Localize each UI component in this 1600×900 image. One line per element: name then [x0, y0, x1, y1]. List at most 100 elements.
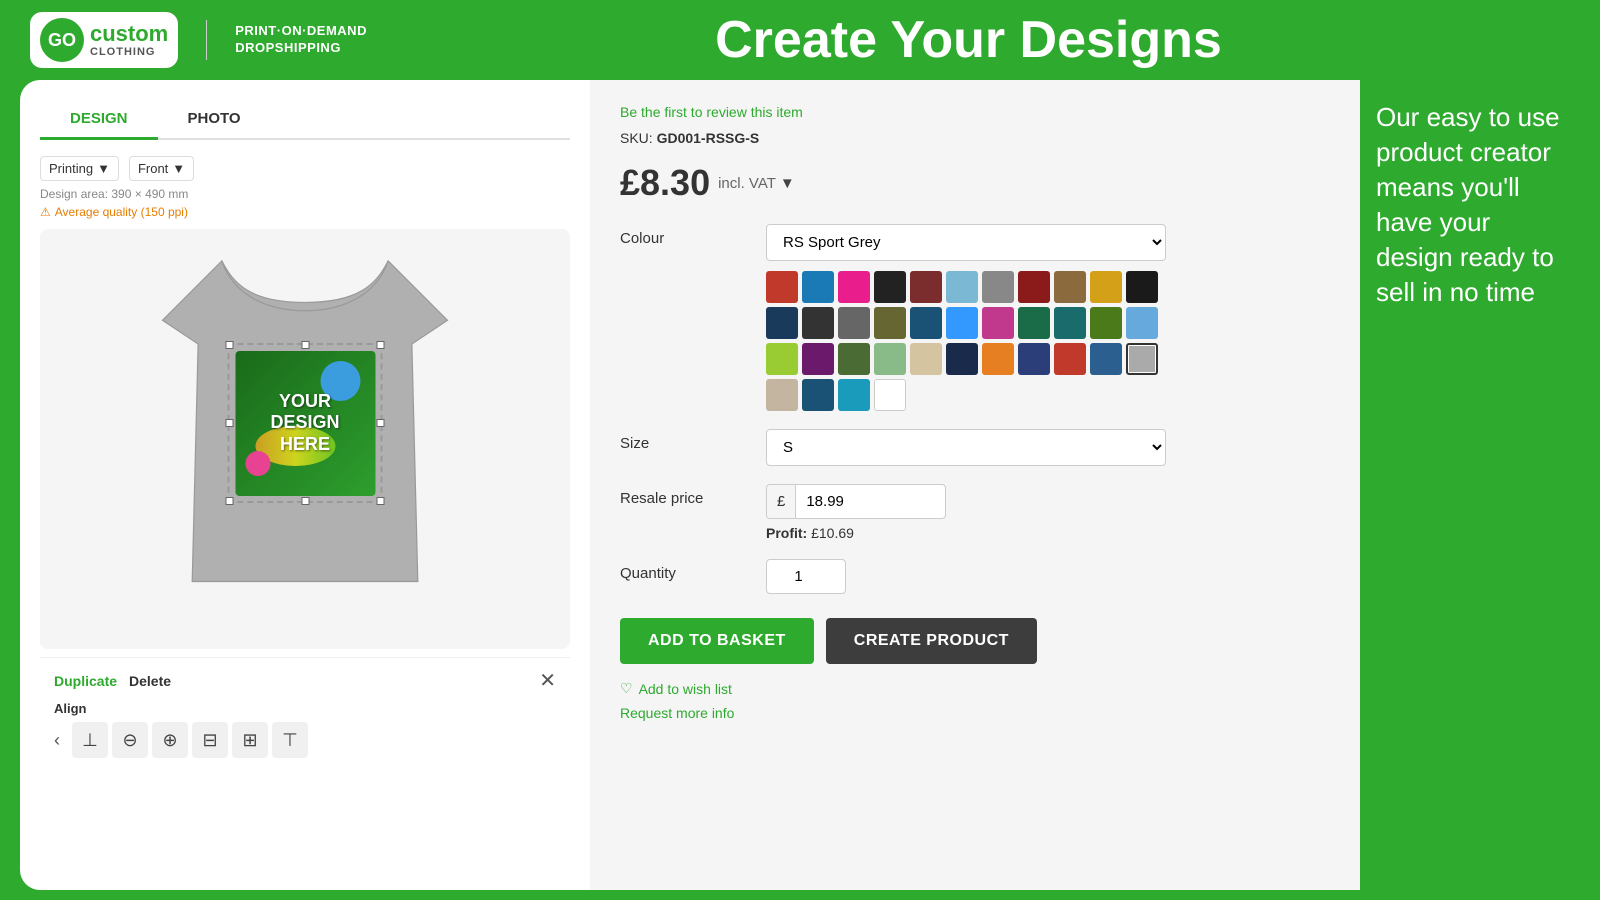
quantity-control — [766, 559, 1330, 594]
price-vat-text: incl. VAT — [718, 175, 776, 192]
profit-value: £10.69 — [811, 525, 854, 541]
action-buttons: ADD TO BASKET CREATE PRODUCT — [620, 618, 1330, 664]
size-field-row: Size S — [620, 429, 1330, 466]
printing-label: Printing — [49, 161, 93, 176]
currency-symbol: £ — [767, 485, 796, 518]
request-info-link[interactable]: Request more info — [620, 705, 734, 721]
front-chevron-icon: ▼ — [172, 161, 185, 176]
swatch-gold[interactable] — [1090, 271, 1122, 303]
left-panel: DESIGN PHOTO Printing ▼ Front ▼ Design a… — [20, 80, 590, 890]
design-inner: YOURDESIGNHERE — [235, 351, 375, 496]
printing-dropdown[interactable]: Printing ▼ — [40, 156, 119, 181]
swatch-steel-blue[interactable] — [1126, 307, 1158, 339]
delete-button[interactable]: Delete — [129, 673, 171, 689]
swatch-dark-navy[interactable] — [910, 307, 942, 339]
swatch-navy-dark[interactable] — [766, 307, 798, 339]
align-center-v-icon[interactable]: ⊕ — [152, 722, 188, 758]
swatch-midnight[interactable] — [946, 343, 978, 375]
swatch-slate-blue[interactable] — [1018, 343, 1050, 375]
tshirt-canvas: YOURDESIGNHERE — [40, 229, 570, 649]
header: GO custom CLOTHING PRINT·ON·DEMAND DROPS… — [0, 0, 1600, 80]
duplicate-button[interactable]: Duplicate — [54, 673, 117, 689]
align-center-h-icon[interactable]: ⊖ — [112, 722, 148, 758]
wishlist-link[interactable]: ♡ Add to wish list — [620, 680, 1330, 697]
swatch-ocean[interactable] — [1090, 343, 1122, 375]
swatch-tan[interactable] — [1054, 271, 1086, 303]
colour-field-row: Colour RS Sport Grey — [620, 224, 1330, 411]
swatch-very-dark[interactable] — [1126, 271, 1158, 303]
swatch-pink[interactable] — [838, 271, 870, 303]
swatch-bright-blue[interactable] — [802, 379, 834, 411]
front-dropdown[interactable]: Front ▼ — [129, 156, 194, 181]
swatch-white[interactable] — [874, 379, 906, 411]
align-bottom-icon[interactable]: ⊥ — [72, 722, 108, 758]
price-input-group: £ — [766, 484, 946, 519]
resale-label: Resale price — [620, 484, 750, 507]
tagline-line1: PRINT·ON·DEMAND — [235, 23, 367, 40]
printing-chevron-icon: ▼ — [97, 161, 110, 176]
resale-price-input[interactable] — [796, 485, 896, 518]
sku-line: SKU: GD001-RSSG-S — [620, 130, 1330, 146]
right-panel-text: Our easy to use product creator means yo… — [1376, 100, 1560, 311]
vat-dropdown-icon[interactable]: ▼ — [780, 175, 795, 192]
logo-badge: GO custom CLOTHING — [30, 12, 178, 68]
center-panel: Be the first to review this item SKU: GD… — [590, 80, 1360, 890]
logo-go-circle: GO — [40, 18, 84, 62]
tabs-bar: DESIGN PHOTO — [40, 100, 570, 140]
swatch-sport-grey[interactable] — [1126, 343, 1158, 375]
swatch-purple[interactable] — [802, 343, 834, 375]
design-overlay[interactable]: YOURDESIGNHERE — [228, 343, 383, 503]
swatch-grey[interactable] — [982, 271, 1014, 303]
tab-design[interactable]: DESIGN — [40, 100, 158, 140]
size-select[interactable]: S — [766, 429, 1166, 466]
swatch-cream[interactable] — [910, 343, 942, 375]
align-distribute-h-icon[interactable]: ⊟ — [192, 722, 228, 758]
profit-label: Profit: — [766, 525, 807, 541]
profit-line: Profit: £10.69 — [766, 525, 1330, 541]
colour-select[interactable]: RS Sport Grey — [766, 224, 1166, 261]
swatch-sage[interactable] — [874, 343, 906, 375]
review-link[interactable]: Be the first to review this item — [620, 104, 1330, 120]
swatch-dark-grey[interactable] — [802, 307, 834, 339]
swatch-dark-red[interactable] — [910, 271, 942, 303]
swatch-teal[interactable] — [1054, 307, 1086, 339]
align-distribute-v-icon[interactable]: ⊞ — [232, 722, 268, 758]
swatch-hot-pink[interactable] — [982, 307, 1014, 339]
swatch-lime[interactable] — [766, 343, 798, 375]
design-placeholder-text: YOURDESIGNHERE — [270, 391, 339, 456]
swatch-red[interactable] — [766, 271, 798, 303]
toolbar-row: Printing ▼ Front ▼ — [40, 156, 570, 181]
main-content: DESIGN PHOTO Printing ▼ Front ▼ Design a… — [0, 80, 1600, 900]
quantity-input[interactable] — [766, 559, 846, 594]
align-top-icon[interactable]: ⊤ — [272, 722, 308, 758]
quality-warning: ⚠ Average quality (150 ppi) — [40, 205, 570, 219]
swatch-dark-green[interactable] — [1018, 307, 1050, 339]
nav-left-icon[interactable]: ‹ — [54, 730, 60, 751]
swatch-maroon[interactable] — [1018, 271, 1050, 303]
quantity-field-row: Quantity — [620, 559, 1330, 594]
add-to-basket-button[interactable]: ADD TO BASKET — [620, 618, 814, 664]
close-button[interactable]: ✕ — [539, 668, 556, 693]
quality-warning-text: Average quality (150 ppi) — [55, 205, 188, 219]
design-area-label: Design area: 390 × 490 mm — [40, 187, 570, 201]
swatch-turquoise[interactable] — [838, 379, 870, 411]
swatch-stone[interactable] — [766, 379, 798, 411]
duplicate-delete-buttons: Duplicate Delete — [54, 673, 171, 689]
swatch-crimson[interactable] — [1054, 343, 1086, 375]
logo-area: GO custom CLOTHING PRINT·ON·DEMAND DROPS… — [30, 12, 367, 68]
swatch-orange[interactable] — [982, 343, 1014, 375]
sku-label: SKU: — [620, 130, 653, 146]
swatch-forest-green[interactable] — [838, 343, 870, 375]
price-row: £8.30 incl. VAT ▼ — [620, 162, 1330, 204]
tab-photo[interactable]: PHOTO — [158, 100, 271, 140]
swatch-light-blue[interactable] — [946, 271, 978, 303]
swatch-black[interactable] — [874, 271, 906, 303]
swatch-mid-grey[interactable] — [838, 307, 870, 339]
swatch-blue[interactable] — [802, 271, 834, 303]
create-product-button[interactable]: CREATE PRODUCT — [826, 618, 1037, 664]
swatch-olive-grey[interactable] — [874, 307, 906, 339]
swatch-royal-blue[interactable] — [946, 307, 978, 339]
swatch-olive-green[interactable] — [1090, 307, 1122, 339]
logo-custom: custom — [90, 22, 168, 46]
colour-label: Colour — [620, 224, 750, 247]
